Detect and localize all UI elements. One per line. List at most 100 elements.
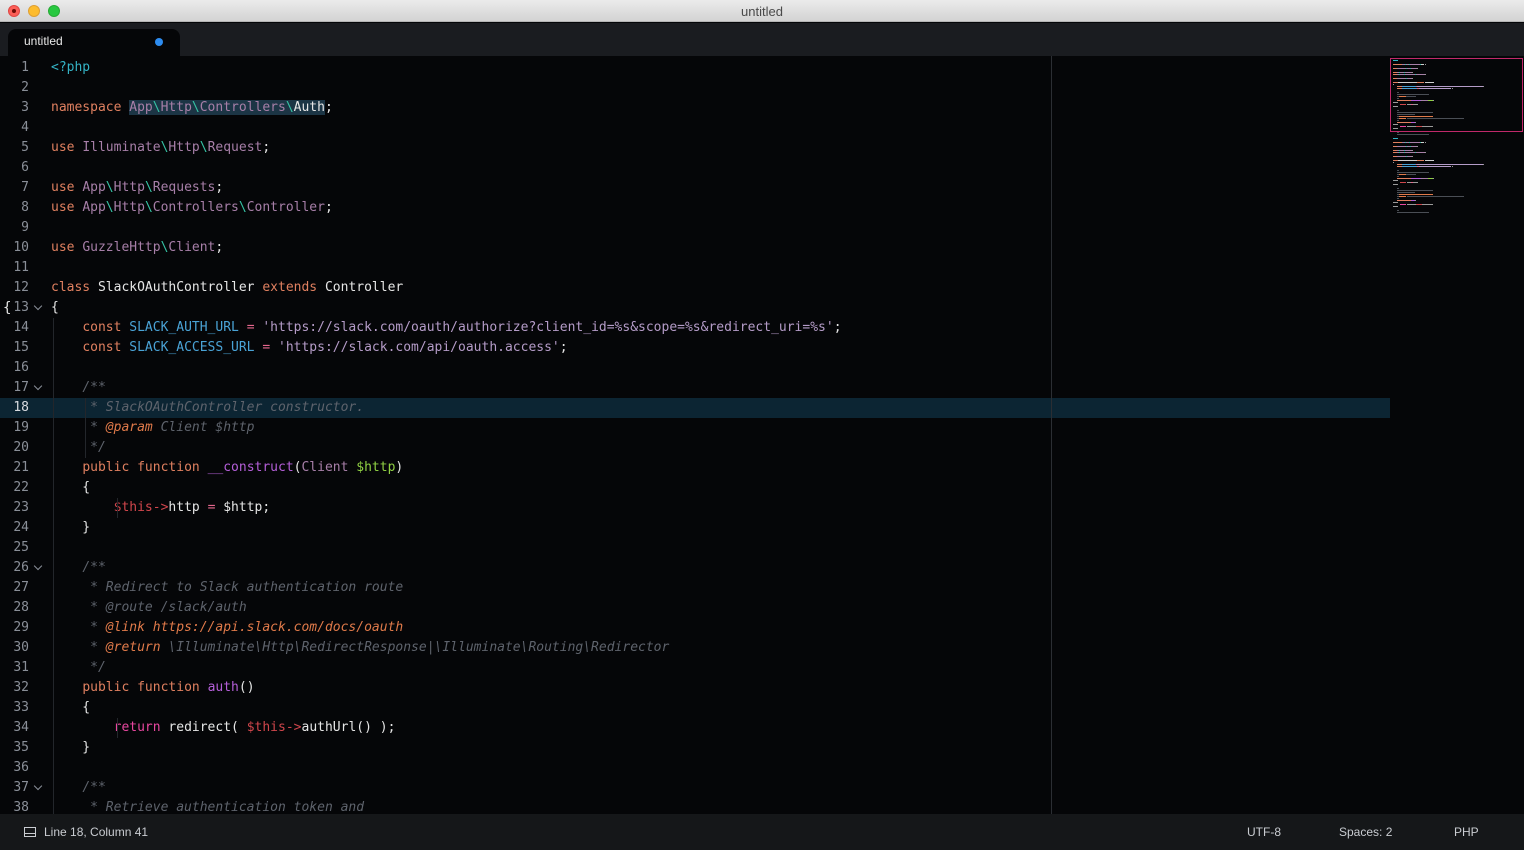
minimap-viewport[interactable]: [1390, 58, 1523, 132]
line-number[interactable]: 10: [0, 238, 29, 258]
code-line[interactable]: 28 * @route /slack/auth: [0, 598, 1390, 618]
line-number[interactable]: 1: [0, 58, 29, 78]
minimap-line: [1411, 178, 1421, 179]
code-line[interactable]: 3 namespace App\Http\Controllers\Auth;: [0, 98, 1390, 118]
line-number[interactable]: 3: [0, 98, 29, 118]
line-number[interactable]: 7: [0, 178, 29, 198]
line-number[interactable]: 26: [0, 558, 29, 578]
code-line[interactable]: 4: [0, 118, 1390, 138]
code-line[interactable]: 38 * Retrieve authentication token and: [0, 798, 1390, 814]
code-line[interactable]: 9: [0, 218, 1390, 238]
minimap[interactable]: [1390, 56, 1524, 814]
indentation-selector[interactable]: Spaces: 2: [1339, 825, 1392, 839]
line-code: use GuzzleHttp\Client;: [51, 240, 224, 255]
unsaved-dot-icon[interactable]: [155, 38, 163, 46]
syntax-selector[interactable]: PHP: [1454, 825, 1479, 839]
code-line[interactable]: 17 /**: [0, 378, 1390, 398]
code-line[interactable]: 25: [0, 538, 1390, 558]
line-number[interactable]: 30: [0, 638, 29, 658]
code-editor[interactable]: 1 <?php 2 3 namespace App\Http\Controllers\A…: [0, 56, 1390, 814]
line-number[interactable]: 25: [0, 538, 29, 558]
line-number[interactable]: 20: [0, 438, 29, 458]
line-number[interactable]: 32: [0, 678, 29, 698]
code-line[interactable]: 14 const SLACK_AUTH_URL = 'https://slack…: [0, 318, 1390, 338]
code-line[interactable]: 8 use App\Http\Controllers\Controller;: [0, 198, 1390, 218]
line-number[interactable]: 23: [0, 498, 29, 518]
code-line[interactable]: 16: [0, 358, 1390, 378]
line-number[interactable]: 29: [0, 618, 29, 638]
code-line[interactable]: 18 * SlackOAuthController constructor.: [0, 398, 1390, 418]
line-number[interactable]: 4: [0, 118, 29, 138]
code-line[interactable]: 24 }: [0, 518, 1390, 538]
code-line[interactable]: 27 * Redirect to Slack authentication ro…: [0, 578, 1390, 598]
code-line[interactable]: 6: [0, 158, 1390, 178]
panel-toggle-icon[interactable]: [24, 827, 36, 837]
code-line[interactable]: 11: [0, 258, 1390, 278]
line-number[interactable]: 28: [0, 598, 29, 618]
minimap-line: [1424, 74, 1426, 75]
code-line[interactable]: 12 class SlackOAuthController extends Con…: [0, 278, 1390, 298]
code-line[interactable]: 29 * @link https://api.slack.com/docs/oa…: [0, 618, 1390, 638]
line-number[interactable]: 36: [0, 758, 29, 778]
line-number[interactable]: 19: [0, 418, 29, 438]
code-line[interactable]: 15 const SLACK_ACCESS_URL = 'https://sla…: [0, 338, 1390, 358]
code-line[interactable]: 33 {: [0, 698, 1390, 718]
fold-chevron-icon[interactable]: [33, 558, 43, 578]
line-number[interactable]: 18: [0, 398, 29, 418]
minimap-line: [1396, 114, 1416, 115]
minimap-line: [1402, 200, 1411, 201]
line-number[interactable]: 11: [0, 258, 29, 278]
minimap-line: [1396, 94, 1429, 95]
code-line[interactable]: 35 }: [0, 738, 1390, 758]
code-line[interactable]: 2: [0, 78, 1390, 98]
code-line[interactable]: 5 use Illuminate\Http\Request;: [0, 138, 1390, 158]
encoding-selector[interactable]: UTF-8: [1247, 825, 1281, 839]
line-code: * @return \Illuminate\Http\RedirectRespo…: [82, 640, 670, 655]
minimap-line: [1396, 176, 1400, 177]
minimap-line: [1396, 156, 1406, 157]
line-number[interactable]: 31: [0, 658, 29, 678]
cursor-position[interactable]: Line 18, Column 41: [44, 825, 148, 839]
fold-chevron-icon[interactable]: [33, 298, 43, 318]
code-line[interactable]: 37 /**: [0, 778, 1390, 798]
line-number[interactable]: 34: [0, 718, 29, 738]
code-line[interactable]: 30 * @return \Illuminate\Http\RedirectRe…: [0, 638, 1390, 658]
code-line[interactable]: 10 use GuzzleHttp\Client;: [0, 238, 1390, 258]
line-number[interactable]: 2: [0, 78, 29, 98]
code-line[interactable]: 32 public function auth(): [0, 678, 1390, 698]
code-line[interactable]: 23 $this->http = $http;: [0, 498, 1390, 518]
code-line[interactable]: 22 {: [0, 478, 1390, 498]
line-number[interactable]: 21: [0, 458, 29, 478]
fold-chevron-icon[interactable]: [33, 378, 43, 398]
line-number[interactable]: 37: [0, 778, 29, 798]
minimap-line: [1393, 202, 1398, 203]
line-number[interactable]: 33: [0, 698, 29, 718]
tab-untitled[interactable]: untitled: [8, 29, 180, 56]
code-line[interactable]: 1 <?php: [0, 58, 1390, 78]
code-line[interactable]: 36: [0, 758, 1390, 778]
code-line[interactable]: 19 * @param Client $http: [0, 418, 1390, 438]
line-number[interactable]: 15: [0, 338, 29, 358]
line-number[interactable]: 14: [0, 318, 29, 338]
line-number[interactable]: 38: [0, 798, 29, 814]
fold-chevron-icon[interactable]: [33, 778, 43, 798]
line-number[interactable]: 12: [0, 278, 29, 298]
line-number[interactable]: 24: [0, 518, 29, 538]
minimap-line: [1402, 178, 1411, 179]
code-line[interactable]: 7 use App\Http\Requests;: [0, 178, 1390, 198]
line-number[interactable]: 22: [0, 478, 29, 498]
line-number[interactable]: 35: [0, 738, 29, 758]
line-number[interactable]: 5: [0, 138, 29, 158]
line-number[interactable]: 9: [0, 218, 29, 238]
line-number[interactable]: 8: [0, 198, 29, 218]
code-line[interactable]: 21 public function __construct(Client $h…: [0, 458, 1390, 478]
line-number[interactable]: 16: [0, 358, 29, 378]
code-line[interactable]: 20 */: [0, 438, 1390, 458]
line-number[interactable]: 6: [0, 158, 29, 178]
line-number[interactable]: 17: [0, 378, 29, 398]
code-line[interactable]: 34 return redirect( $this->authUrl() );: [0, 718, 1390, 738]
code-line[interactable]: 26 /**: [0, 558, 1390, 578]
line-number[interactable]: 27: [0, 578, 29, 598]
code-line[interactable]: 31 */: [0, 658, 1390, 678]
code-line[interactable]: 13{{: [0, 298, 1390, 318]
